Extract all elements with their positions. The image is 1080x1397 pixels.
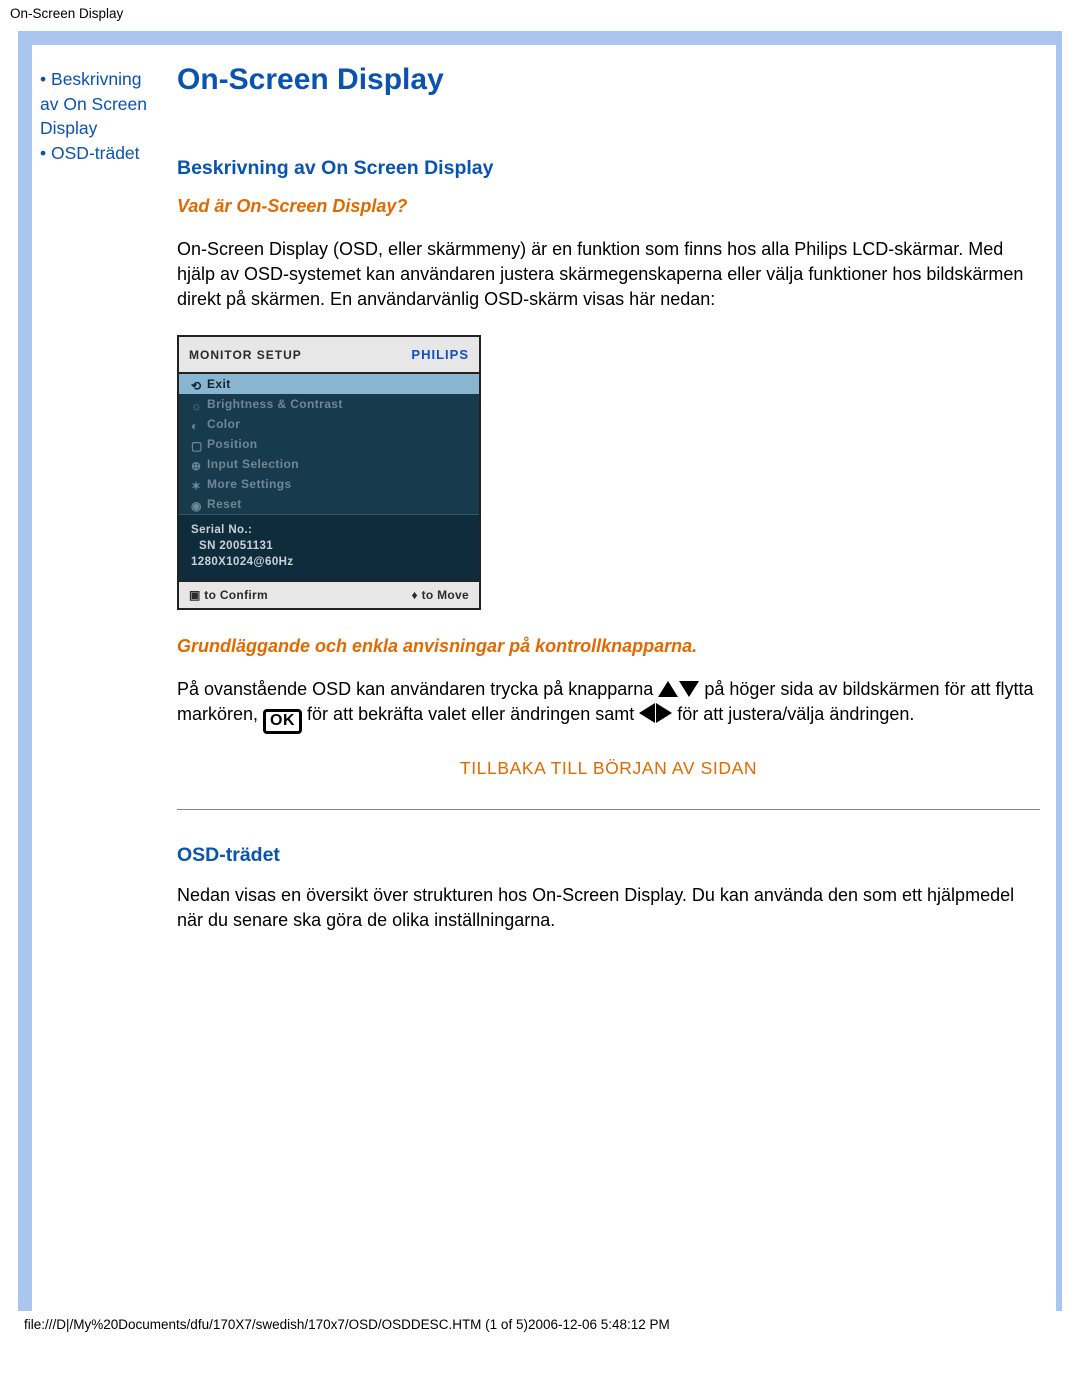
subheading-basic-instructions: Grundläggande och enkla anvisningar på k… [177,636,1040,657]
osd-brand-logo: PHILIPS [411,347,469,362]
osd-menu-label: More Settings [207,477,292,491]
page-frame: • Beskrivning av On Screen Display • OSD… [18,31,1062,1311]
text-part-d: för att justera/välja ändringen. [677,704,914,724]
osd-footer: ▣ to Confirm ♦ to Move [179,580,479,608]
reset-icon: ◉ [191,499,201,509]
brightness-icon: ☼ [191,399,201,409]
osd-menu-label: Brightness & Contrast [207,397,343,411]
footer-file-path: file:///D|/My%20Documents/dfu/170X7/swed… [0,1311,1080,1346]
left-right-arrow-icon [639,704,672,724]
osd-menu: ⟲ Exit ☼ Brightness & Contrast ◐ Color [179,374,479,580]
osd-menu-item-brightness: ☼ Brightness & Contrast [179,394,479,414]
page-title: On-Screen Display [177,63,1040,97]
osd-menu-label: Input Selection [207,457,299,471]
main-content: On-Screen Display Beskrivning av On Scre… [159,45,1056,997]
osd-menu-label: Exit [207,377,231,391]
paragraph-osd-description: On-Screen Display (OSD, eller skärmmeny)… [177,237,1040,311]
osd-titlebar: MONITOR SETUP PHILIPS [179,337,479,374]
subheading-what-is-osd: Vad är On-Screen Display? [177,196,1040,217]
section-divider [177,809,1040,810]
page-header-title: On-Screen Display [0,0,1080,25]
osd-menu-label: Color [207,417,240,431]
sidebar-item-description[interactable]: • Beskrivning av On Screen Display [40,67,155,141]
osd-menu-item-input: ⊕ Input Selection [179,454,479,474]
osd-serial-label: Serial No.: [191,523,467,539]
osd-info-block: Serial No.: SN 20051131 1280X1024@60Hz [179,514,479,580]
osd-menu-label: Reset [207,497,242,511]
osd-menu-label: Position [207,437,258,451]
osd-confirm-hint: ▣ to Confirm [189,588,268,602]
osd-serial-value: SN 20051131 [191,539,467,555]
sidebar-item-osd-tree[interactable]: • OSD-trädet [40,141,155,166]
sidebar-link-osd-tree[interactable]: OSD-trädet [51,143,140,163]
osd-mode: 1280X1024@60Hz [191,555,467,571]
section-heading-description: Beskrivning av On Screen Display [177,157,1040,180]
paragraph-button-instructions: På ovanstående OSD kan användaren trycka… [177,677,1040,734]
position-icon: ▢ [191,439,201,449]
osd-title-text: MONITOR SETUP [189,348,302,362]
osd-screenshot: MONITOR SETUP PHILIPS ⟲ Exit ☼ Brightnes… [177,335,481,610]
bullet-icon: • [40,69,46,89]
sidebar: • Beskrivning av On Screen Display • OSD… [32,45,159,997]
exit-icon: ⟲ [191,379,201,389]
settings-icon: ✶ [191,479,201,489]
osd-menu-item-more: ✶ More Settings [179,474,479,494]
back-to-top-link[interactable]: TILLBAKA TILL BÖRJAN AV SIDAN [460,758,757,778]
sidebar-link-description[interactable]: Beskrivning av On Screen Display [40,69,147,138]
osd-move-hint: ♦ to Move [412,588,470,602]
osd-menu-item-exit: ⟲ Exit [179,374,479,394]
text-part-c: för att bekräfta valet eller ändringen s… [307,704,639,724]
paragraph-osd-tree-intro: Nedan visas en översikt över strukturen … [177,883,1040,933]
osd-menu-item-position: ▢ Position [179,434,479,454]
section-heading-osd-tree: OSD-trädet [177,844,1040,867]
text-part-a: På ovanstående OSD kan användaren trycka… [177,679,658,699]
osd-menu-item-color: ◐ Color [179,414,479,434]
up-down-arrow-icon [658,679,699,699]
ok-icon: OK [263,709,302,734]
color-icon: ◐ [191,419,201,429]
input-icon: ⊕ [191,459,201,469]
osd-menu-item-reset: ◉ Reset [179,494,479,514]
bullet-icon: • [40,143,46,163]
